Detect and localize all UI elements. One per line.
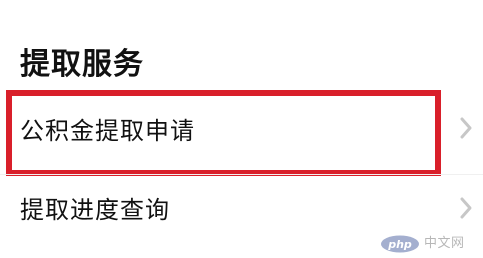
menu-item-fund-withdrawal-application[interactable]: 公积金提取申请 xyxy=(0,86,483,172)
php-logo: php xyxy=(381,235,419,253)
watermark-text: 中文网 xyxy=(424,236,465,251)
watermark: php 中文网 xyxy=(380,234,480,254)
section-title: 提取服务 xyxy=(20,47,144,82)
menu-item-label: 提取进度查询 xyxy=(20,196,170,224)
chevron-right-icon xyxy=(460,197,472,219)
divider xyxy=(0,174,483,175)
chevron-right-icon xyxy=(460,117,472,139)
svg-text:php: php xyxy=(387,238,412,251)
menu-item-label: 公积金提取申请 xyxy=(20,117,195,145)
